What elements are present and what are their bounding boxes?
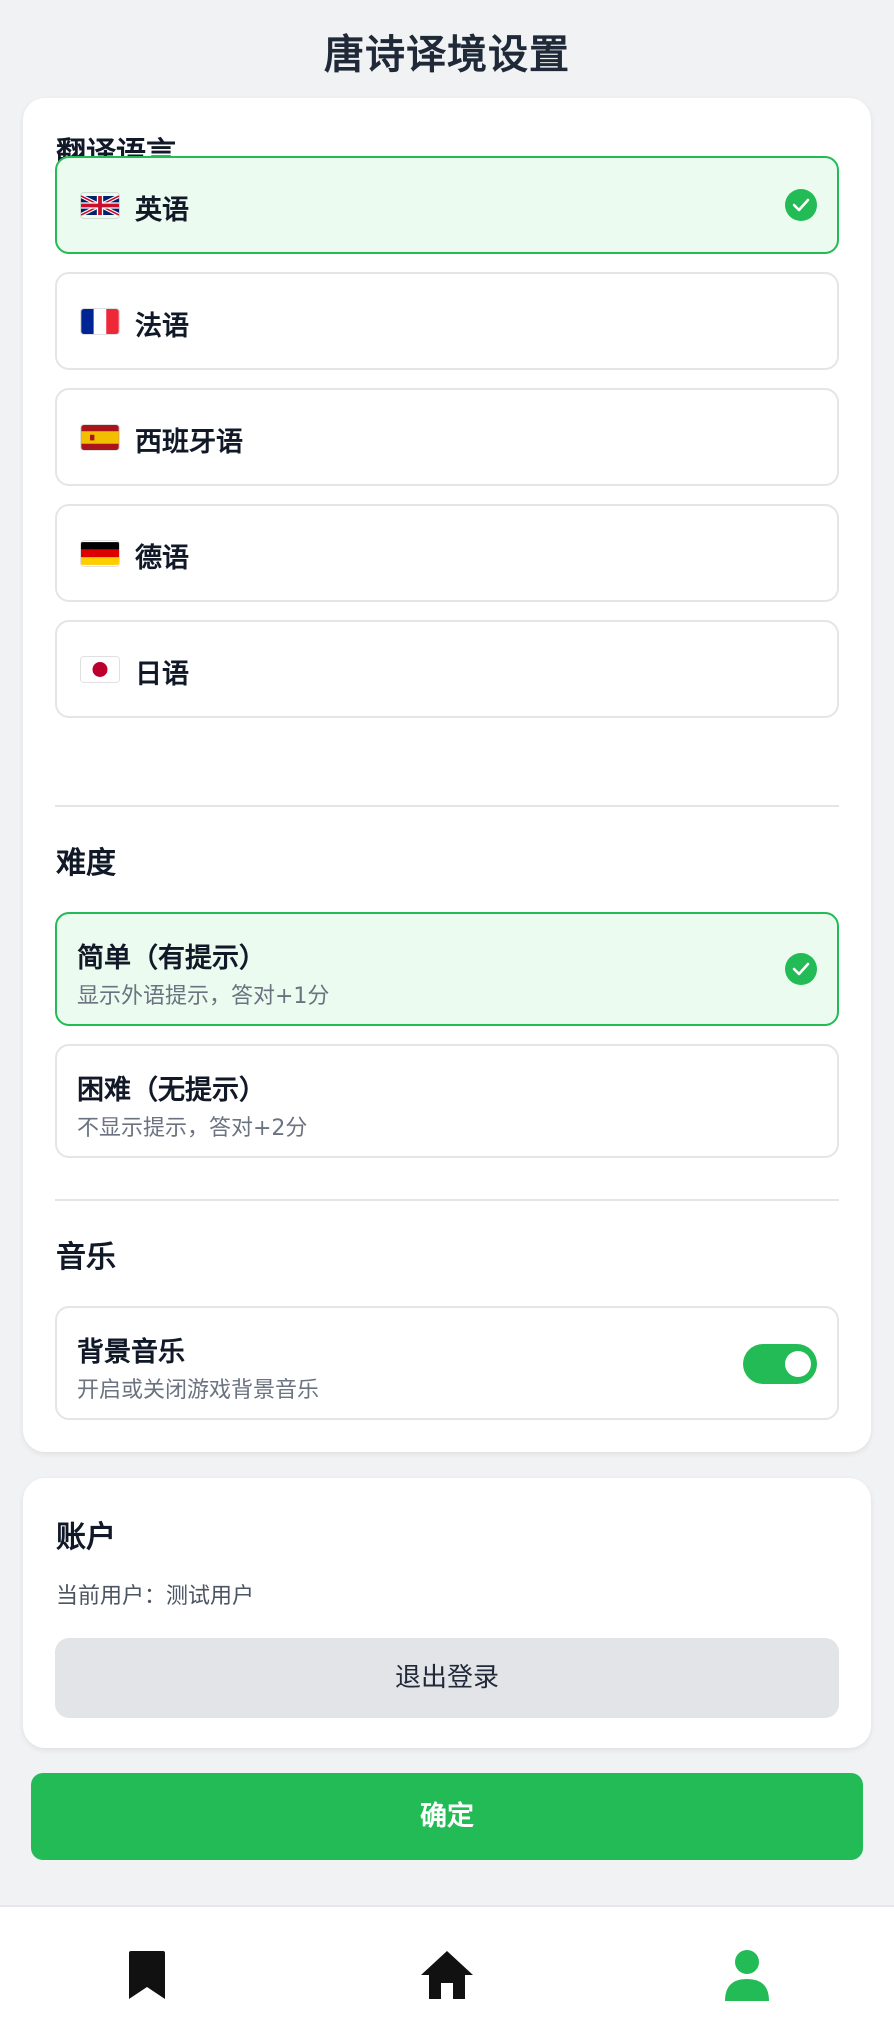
nav-item-bookmark[interactable] [117,1945,177,2005]
music-title: 背景音乐 [77,1337,185,1368]
music-section-title: 音乐 [56,1240,116,1275]
difficulty-desc: 不显示提示，答对+2分 [77,1116,308,1141]
current-user-text: 当前用户：测试用户 [56,1584,255,1609]
confirm-button[interactable]: 确定 [31,1773,863,1860]
account-card: 账户 当前用户：测试用户 退出登录 [23,1478,871,1748]
language-label: 英语 [135,195,189,226]
language-option-german[interactable]: 德语 [55,504,839,602]
bookmark-icon [117,1945,177,2005]
france-flag-icon [81,309,119,334]
nav-item-profile[interactable] [717,1945,777,2005]
page-title: 唐诗译境设置 [324,32,570,78]
divider [55,1199,839,1201]
bottom-nav [0,1905,894,2030]
difficulty-option-hard[interactable]: 困难（无提示） 不显示提示，答对+2分 [55,1044,839,1158]
difficulty-desc: 显示外语提示，答对+1分 [77,984,330,1009]
settings-card: 翻译语言 英语 法语 西班牙语 德语 日语 难度 简单（有提示） 显示外语提示，… [23,98,871,1452]
language-option-english[interactable]: 英语 [55,156,839,254]
language-option-spanish[interactable]: 西班牙语 [55,388,839,486]
divider [55,805,839,807]
germany-flag-icon [81,541,119,566]
language-label: 日语 [135,659,189,690]
difficulty-title: 简单（有提示） [77,943,266,974]
language-option-japanese[interactable]: 日语 [55,620,839,718]
home-icon [417,1945,477,2005]
difficulty-section-title: 难度 [56,846,116,881]
japan-flag-icon [81,657,119,682]
background-music-row: 背景音乐 开启或关闭游戏背景音乐 [55,1306,839,1420]
spain-flag-icon [81,425,119,450]
language-label: 德语 [135,543,189,574]
uk-flag-icon [81,193,119,218]
language-label: 西班牙语 [135,427,243,458]
nav-item-home[interactable] [417,1945,477,2005]
background-music-toggle[interactable] [743,1344,817,1384]
difficulty-title: 困难（无提示） [77,1075,266,1106]
user-icon [717,1945,777,2005]
language-option-french[interactable]: 法语 [55,272,839,370]
settings-page: 唐诗译境设置 翻译语言 英语 法语 西班牙语 德语 日语 难度 简单（有提示） … [0,0,894,2030]
checkmark-icon [785,189,817,221]
account-section-title: 账户 [56,1520,116,1555]
logout-button[interactable]: 退出登录 [55,1638,839,1718]
music-desc: 开启或关闭游戏背景音乐 [77,1378,320,1403]
language-label: 法语 [135,311,189,342]
toggle-knob [785,1351,811,1377]
difficulty-option-easy[interactable]: 简单（有提示） 显示外语提示，答对+1分 [55,912,839,1026]
checkmark-icon [785,953,817,985]
